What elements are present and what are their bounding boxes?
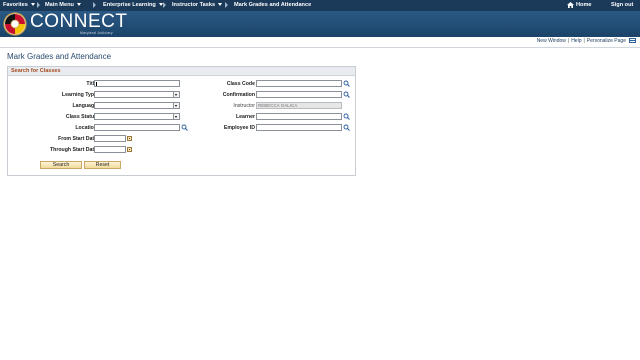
through-start-date-label: Through Start Date bbox=[50, 147, 97, 153]
app-logo-subtitle: Maryland Judiciary bbox=[80, 31, 113, 35]
calendar-icon[interactable] bbox=[127, 136, 132, 141]
app-logo: CONNECT bbox=[30, 11, 128, 32]
nav-instructor-tasks-label: Instructor Tasks bbox=[172, 2, 216, 8]
nav-favorites-label: Favorites bbox=[3, 2, 28, 8]
learner-label: Learner bbox=[235, 114, 255, 120]
learning-type-label: Learning Type bbox=[61, 92, 97, 98]
personalize-page-link[interactable]: Personalize Page bbox=[587, 38, 626, 44]
nav-mark-grades-label: Mark Grades and Attendance bbox=[234, 2, 312, 8]
instructor-field: REBECCA GALICA bbox=[256, 102, 342, 109]
search-lookup-icon[interactable] bbox=[343, 91, 350, 98]
class-status-label: Class Status bbox=[65, 114, 97, 120]
page-title: Mark Grades and Attendance bbox=[7, 52, 112, 61]
instructor-label: Instructor bbox=[233, 103, 255, 109]
chevron-down-icon bbox=[218, 3, 223, 7]
signout-link[interactable]: Sign out bbox=[611, 0, 633, 11]
from-start-date-label: From Start Date bbox=[58, 136, 97, 142]
page-toolbar: New Window | Help | Personalize Page bbox=[537, 38, 636, 46]
new-window-link[interactable]: New Window bbox=[537, 38, 566, 44]
class-code-input[interactable] bbox=[256, 80, 342, 87]
help-link[interactable]: Help bbox=[571, 38, 581, 44]
search-lookup-icon[interactable] bbox=[181, 124, 188, 131]
home-link[interactable]: Home bbox=[567, 0, 592, 11]
from-start-date-input[interactable] bbox=[94, 135, 126, 142]
dropdown-arrow-icon[interactable] bbox=[173, 114, 179, 119]
class-code-label: Class Code bbox=[226, 81, 255, 87]
employee-id-input[interactable] bbox=[256, 124, 342, 131]
nav-enterprise-learning[interactable]: Enterprise Learning bbox=[103, 0, 163, 11]
dropdown-arrow-icon[interactable] bbox=[173, 103, 179, 108]
home-icon bbox=[567, 1, 574, 8]
nav-instructor-tasks[interactable]: Instructor Tasks bbox=[172, 0, 223, 11]
signout-label: Sign out bbox=[611, 2, 634, 8]
divider bbox=[0, 47, 640, 48]
separator: | bbox=[567, 38, 570, 44]
nav-separator-icon bbox=[37, 2, 40, 8]
panel-header: Search for Classes bbox=[8, 67, 355, 76]
chevron-down-icon bbox=[76, 3, 81, 7]
chevron-down-icon bbox=[30, 3, 35, 7]
title-input[interactable] bbox=[94, 80, 180, 87]
nav-mark-grades[interactable]: Mark Grades and Attendance bbox=[234, 0, 311, 11]
search-panel: Search for Classes Title Learning Type L… bbox=[7, 66, 356, 176]
maryland-seal-logo bbox=[3, 12, 27, 36]
confirmation-input[interactable] bbox=[256, 91, 342, 98]
nav-enterprise-learning-label: Enterprise Learning bbox=[103, 2, 156, 8]
location-input[interactable] bbox=[94, 124, 180, 131]
top-nav: Favorites Main Menu Enterprise Learning … bbox=[0, 0, 640, 11]
grid-icon[interactable] bbox=[629, 38, 636, 44]
learner-input[interactable] bbox=[256, 113, 342, 120]
dropdown-arrow-icon[interactable] bbox=[173, 92, 179, 97]
nav-separator-icon bbox=[225, 2, 228, 8]
nav-separator-icon bbox=[163, 2, 166, 8]
confirmation-label: Confirmation bbox=[222, 92, 255, 98]
through-start-date-input[interactable] bbox=[94, 146, 126, 153]
nav-favorites[interactable]: Favorites bbox=[3, 0, 35, 11]
nav-separator-icon bbox=[93, 2, 96, 8]
search-lookup-icon[interactable] bbox=[343, 113, 350, 120]
nav-main-menu[interactable]: Main Menu bbox=[45, 0, 81, 11]
learning-type-select[interactable] bbox=[94, 91, 180, 98]
nav-main-menu-label: Main Menu bbox=[45, 2, 74, 8]
calendar-icon[interactable] bbox=[127, 147, 132, 152]
home-label: Home bbox=[576, 2, 592, 8]
text-cursor bbox=[96, 82, 97, 86]
separator: | bbox=[583, 38, 585, 44]
class-status-select[interactable] bbox=[94, 113, 180, 120]
reset-button[interactable]: Reset bbox=[84, 161, 121, 169]
search-button[interactable]: Search bbox=[40, 161, 82, 169]
search-lookup-icon[interactable] bbox=[343, 124, 350, 131]
employee-id-label: Employee ID bbox=[223, 125, 255, 131]
search-lookup-icon[interactable] bbox=[343, 80, 350, 87]
language-select[interactable] bbox=[94, 102, 180, 109]
